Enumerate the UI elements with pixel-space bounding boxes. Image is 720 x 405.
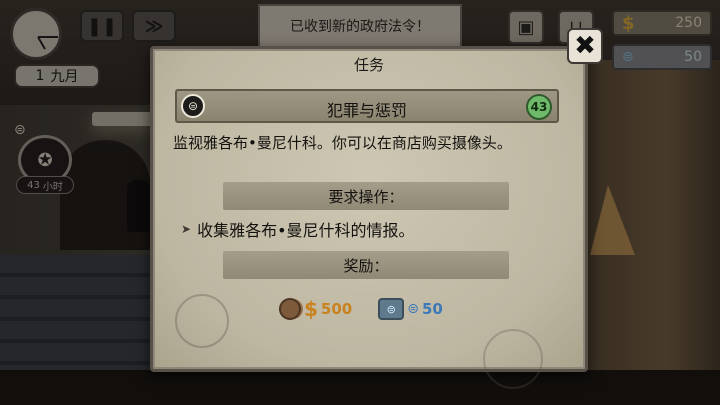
- quest-name: 犯罪与惩罚: [326, 101, 407, 120]
- reward-money-value: 500: [320, 300, 353, 318]
- dialog-title: 任务: [353, 56, 384, 74]
- reward-reputation-value: 50: [421, 300, 443, 318]
- reward-money: $ 500: [279, 297, 352, 321]
- quest-level-badge: 43: [526, 94, 552, 120]
- rewards-header: 奖励：: [223, 251, 509, 279]
- requirements-header: 要求操作：: [223, 182, 509, 210]
- reputation-symbol-icon: ⊜: [407, 301, 419, 317]
- task-text: 收集雅各布•曼尼什科的情报。: [197, 221, 415, 240]
- task-item: ➤ 收集雅各布•曼尼什科的情报。: [181, 217, 415, 241]
- compass-watermark: [175, 294, 229, 348]
- rewards-row: $ 500 ⊜ ⊜ 50: [279, 297, 443, 321]
- coin-stack-icon: [279, 298, 301, 320]
- close-button[interactable]: ✖: [567, 28, 603, 64]
- quest-header: ⊜ 犯罪与惩罚 43: [175, 89, 559, 123]
- quest-dialog: 任务 ⊜ 犯罪与惩罚 43 监视雅各布•曼尼什科。你可以在商店购买摄像头。 要求…: [150, 46, 588, 389]
- close-icon: ✖: [574, 31, 596, 61]
- quest-description: 监视雅各布•曼尼什科。你可以在商店购买摄像头。: [173, 134, 512, 152]
- reward-reputation: ⊜ ⊜ 50: [378, 298, 443, 320]
- reputation-box-icon: ⊜: [378, 298, 405, 320]
- gear-watermark: [483, 329, 543, 389]
- money-symbol-icon: $: [304, 297, 318, 321]
- arrow-bullet-icon: ➤: [181, 222, 192, 236]
